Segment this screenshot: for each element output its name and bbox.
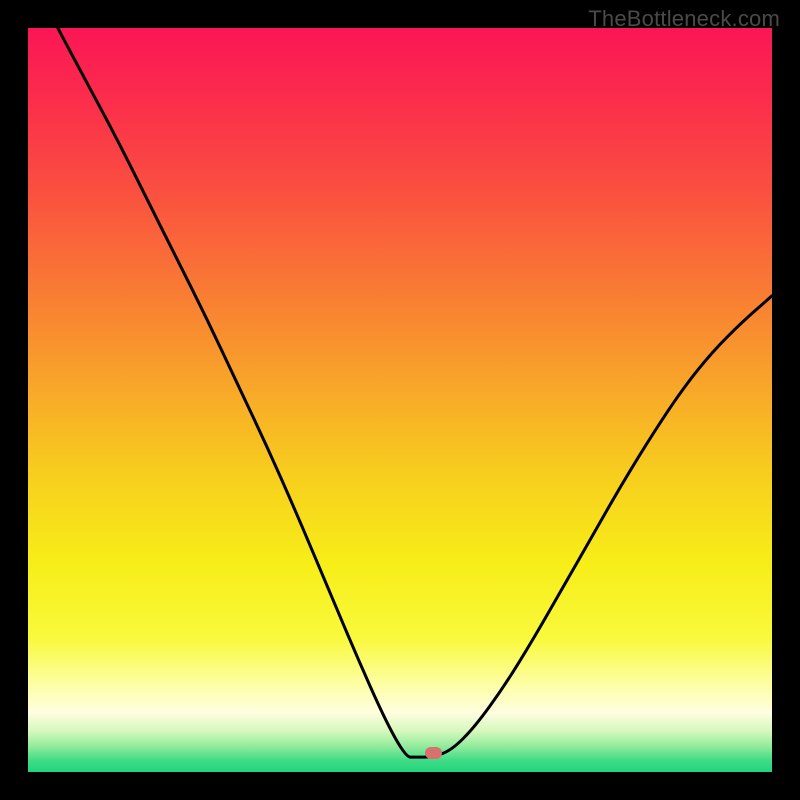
plot-area	[28, 28, 772, 772]
plot-svg	[28, 28, 772, 772]
watermark-text: TheBottleneck.com	[588, 6, 780, 32]
chart-frame: TheBottleneck.com	[0, 0, 800, 800]
gradient-background	[28, 28, 772, 772]
